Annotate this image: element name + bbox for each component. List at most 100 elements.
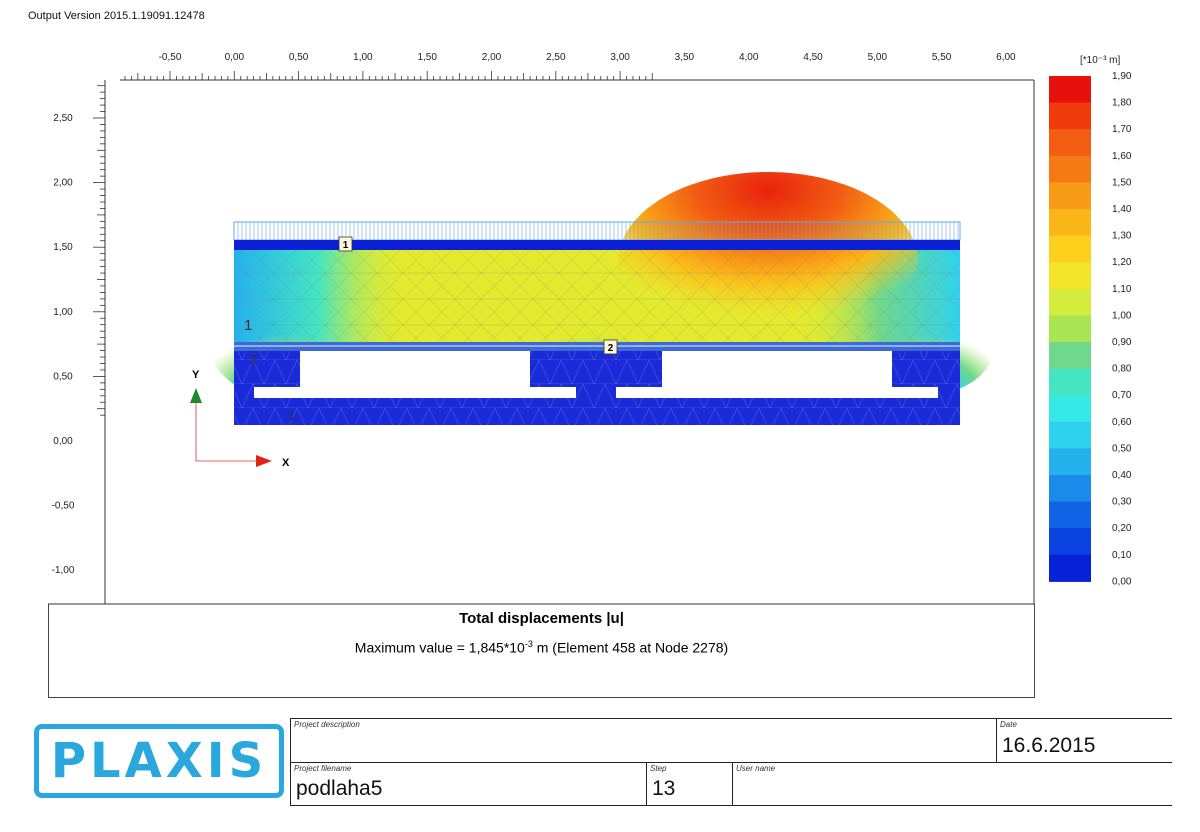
legend-value: 1,20 [1112,257,1132,268]
cluster-number-b: 2 [250,352,257,367]
legend-swatch [1049,475,1091,503]
x-tick-label: 5,00 [868,52,888,63]
user-name-cell: User name [732,762,1172,806]
x-tick-label: 1,50 [417,52,437,63]
x-tick-label: 5,50 [932,52,952,63]
legend-value: 0,50 [1112,443,1132,454]
structure-label-1-text: 1 [343,240,349,251]
x-tick-label: 0,50 [289,52,309,63]
legend-value: 1,50 [1112,177,1132,188]
legend-value: 0,90 [1112,337,1132,348]
y-tick-label: 2,00 [53,178,73,189]
step-cell: Step 13 [646,762,732,806]
x-tick-label: 2,00 [482,52,502,63]
legend-value: 0,30 [1112,497,1132,508]
x-tick-label: 6,00 [996,52,1016,63]
legend-swatch [1049,262,1091,290]
legend-swatch [1049,102,1091,130]
project-filename-label: Project filename [294,764,352,773]
x-tick-label: 4,50 [803,52,823,63]
plot-canvas: -0,50 0,00 0,50 1,00 1,50 2,00 2,50 3,00 3,50 4,0… [48,52,1132,605]
x-axis-arrow-label: X [282,457,290,469]
user-name-label: User name [736,764,776,773]
legend-value: 1,90 [1112,71,1132,82]
y-axis-ruler: 2,50 2,00 1,50 1,00 0,50 0,00 -0,50 -1,00 [52,85,105,576]
legend-value: 0,80 [1112,364,1132,375]
caption-max-suffix: m (Element 458 at Node 2278) [532,639,729,656]
y-arrow-icon [190,388,202,403]
legend-value: 1,80 [1112,98,1132,109]
legend-value: 1,70 [1112,124,1132,135]
legend-swatch [1049,528,1091,556]
step-label: Step [650,764,667,773]
legend-swatch [1049,421,1091,449]
structure-label-2: 2 [603,339,618,355]
date-value: 16.6.2015 [1002,734,1096,757]
legend-value: 0,60 [1112,417,1132,428]
legend-value: 0,00 [1112,576,1132,587]
legend-value: 1,00 [1112,310,1132,321]
x-tick-label: 0,00 [225,52,245,63]
legend-swatch [1049,288,1091,316]
y-tick-label: 2,50 [53,113,73,124]
x-tick-label: 3,50 [675,52,695,63]
legend-swatch [1049,182,1091,210]
legend-swatch [1049,76,1091,104]
x-tick-label: -0,50 [159,52,182,63]
color-legend: [*10⁻³ m] 1,901,801,701,601,501,401,301,… [1049,55,1132,587]
legend-swatch [1049,315,1091,343]
project-description-cell: Project description [290,718,996,762]
cluster-number-c: 1 [288,408,295,423]
legend-swatch [1049,501,1091,529]
y-tick-label: 1,00 [53,307,73,318]
legend-swatch [1049,368,1091,396]
project-filename-value: podlaha5 [296,777,383,800]
x-arrow-icon [256,455,272,467]
legend-swatch [1049,342,1091,370]
x-tick-label: 3,00 [610,52,630,63]
legend-value: 1,30 [1112,231,1132,242]
date-cell: Date 16.6.2015 [996,718,1172,762]
legend-swatch [1049,209,1091,237]
structure-label-1: 1 [338,236,353,252]
legend-swatch [1049,395,1091,423]
y-axis-arrow-label: Y [192,369,200,381]
y-tick-label: 0,00 [53,436,73,447]
plaxis-logo: PLAXIS [34,724,284,798]
x-tick-label: 2,50 [546,52,566,63]
caption-max-value: Maximum value = 1,845*10-3 m (Element 45… [49,639,1034,656]
caption-max-prefix: Maximum value = 1,845*10 [354,639,525,656]
legend-labels: 1,90 1,80 1,70 1,60 1,50 1,40 1,30 1,20 1,10 1,00… [1112,71,1132,587]
x-axis-ruler: -0,50 0,00 0,50 1,00 1,50 2,00 2,50 3,00 3,50 4,0… [120,52,1034,81]
step-value: 13 [652,777,676,800]
legend-value: 0,20 [1112,523,1132,534]
base-structure [234,351,960,425]
y-tick-label: 0,50 [53,371,73,382]
legend-swatch [1049,235,1091,263]
caption-title: Total displacements |u| [459,610,624,627]
legend-swatches [1049,76,1091,582]
legend-swatch [1049,155,1091,183]
x-tick-label: 4,00 [739,52,759,63]
legend-swatch [1049,554,1091,582]
legend-value: 1,40 [1112,204,1132,215]
title-block: PLAXIS Project description Date 16.6.201… [28,716,1172,806]
legend-swatch [1049,448,1091,476]
caption-max-exp: -3 [524,639,533,649]
result-caption: Total displacements |u| Maximum value = … [48,604,1035,698]
legend-unit: [*10⁻³ m] [1080,55,1121,66]
legend-value: 1,10 [1112,284,1132,295]
y-tick-label: -0,50 [52,501,75,512]
legend-value: 1,60 [1112,151,1132,162]
date-label: Date [1000,720,1017,729]
y-tick-label: -1,00 [52,565,75,576]
structure-label-2-text: 2 [608,343,614,354]
project-description-label: Project description [294,720,360,729]
project-filename-cell: Project filename podlaha5 [290,762,646,806]
legend-swatch [1049,129,1091,157]
legend-value: 0,10 [1112,550,1132,561]
legend-value: 0,40 [1112,470,1132,481]
legend-value: 0,70 [1112,390,1132,401]
y-tick-label: 1,50 [53,242,73,253]
floor-plate [234,342,960,351]
